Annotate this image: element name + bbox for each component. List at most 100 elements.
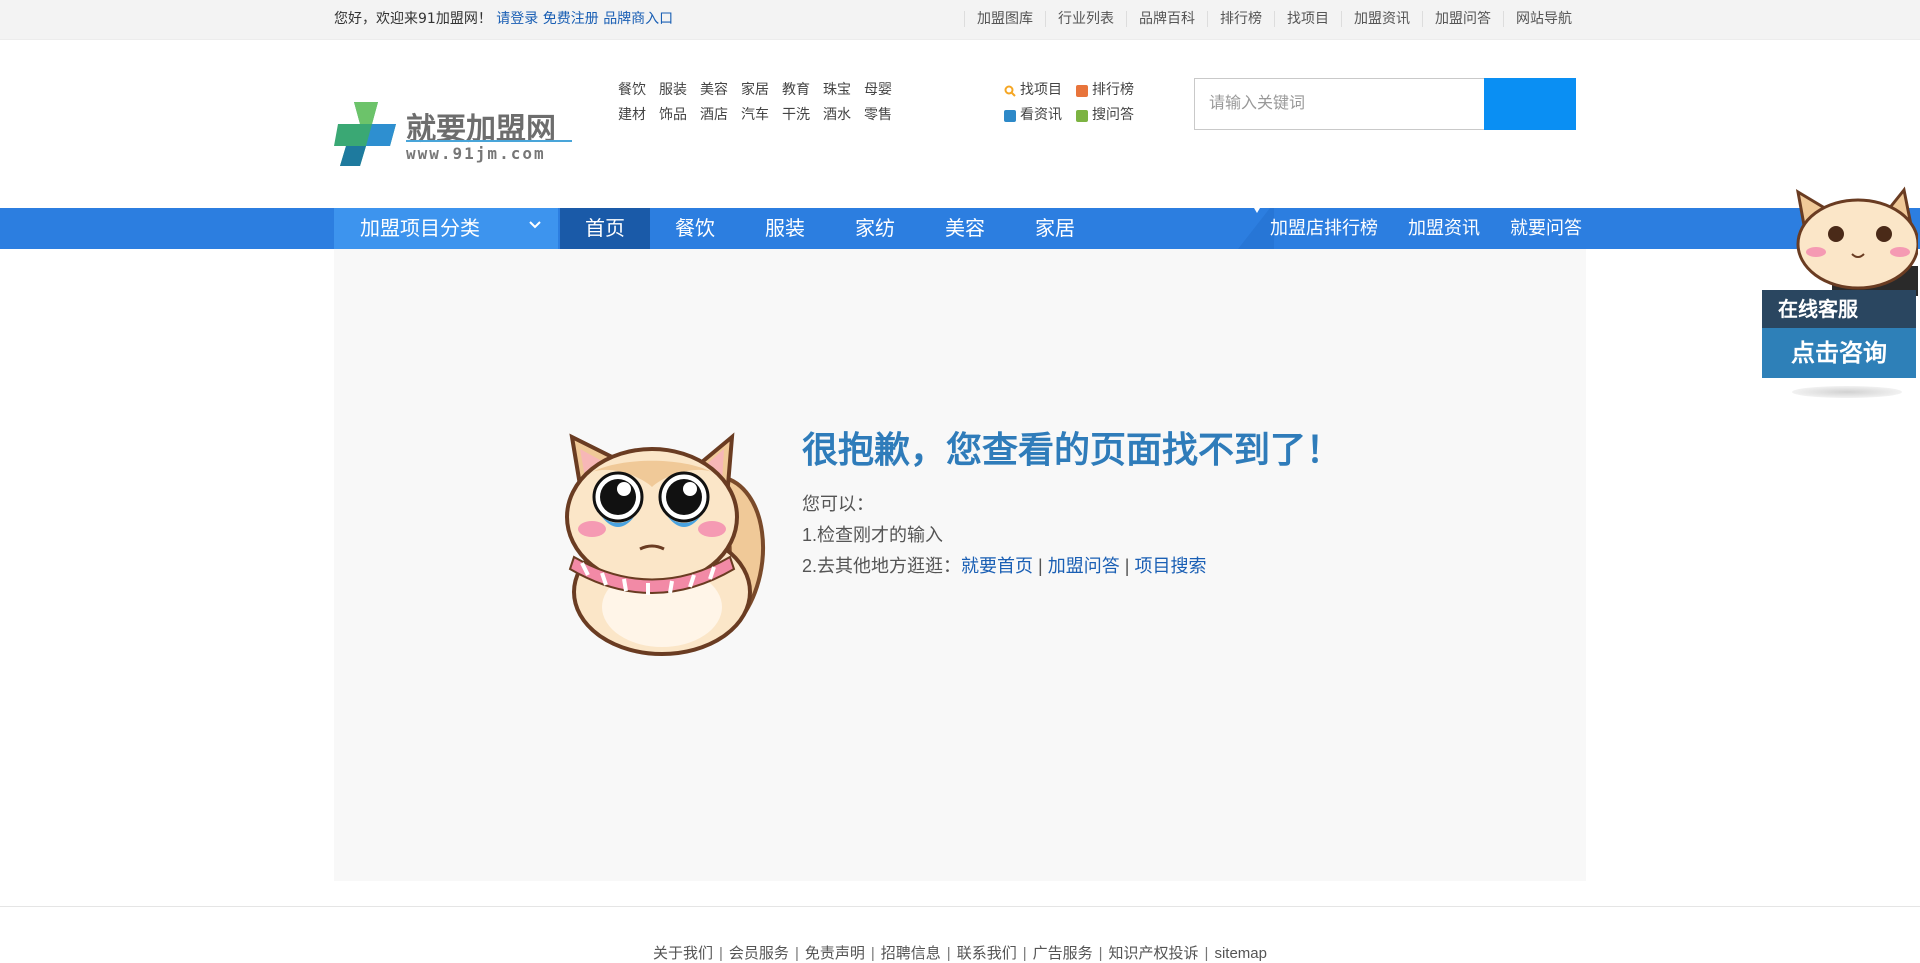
nav-right: 加盟店排行榜 加盟资讯 就要问答 xyxy=(1270,208,1582,249)
nav-item-beauty[interactable]: 美容 xyxy=(920,208,1010,249)
consult-button[interactable]: 点击咨询 xyxy=(1762,328,1916,378)
category-row: 餐饮 服装 美容 家居 教育 珠宝 母婴 xyxy=(618,78,938,103)
category-row: 建材 饰品 酒店 汽车 干洗 酒水 零售 xyxy=(618,103,938,128)
search-input[interactable] xyxy=(1195,79,1485,129)
project-search-link[interactable]: 项目搜索 xyxy=(1134,556,1206,576)
category-link[interactable]: 美容 xyxy=(700,78,728,103)
crying-cat-icon xyxy=(565,432,765,656)
quick-ranking-label: 排行榜 xyxy=(1092,82,1134,98)
top-link-industry[interactable]: 行业列表 xyxy=(1045,11,1126,27)
error-suggestions: 您可以： 1.检查刚才的输入 2.去其他地方逛逛：就要首页 | 加盟问答 | 项… xyxy=(802,489,1206,582)
footer-link-sitemap[interactable]: sitemap xyxy=(1214,945,1267,962)
search-button[interactable] xyxy=(1484,78,1576,130)
category-link[interactable]: 餐饮 xyxy=(618,78,646,103)
error-title: 很抱歉，您查看的页面找不到了！ xyxy=(802,429,1343,470)
top-link-find-project[interactable]: 找项目 xyxy=(1274,11,1341,27)
footer-separator: | xyxy=(1022,945,1027,962)
qa-link[interactable]: 加盟问答 xyxy=(1048,556,1120,576)
category-link[interactable]: 家居 xyxy=(741,78,769,103)
footer-link-ads[interactable]: 广告服务 xyxy=(1033,945,1093,962)
online-service-widget[interactable]: 在线客服 点击咨询 xyxy=(1762,186,1920,406)
category-link[interactable]: 零售 xyxy=(864,103,892,128)
footer-link-disclaimer[interactable]: 免责声明 xyxy=(805,945,865,962)
top-links: 加盟图库 行业列表 品牌百科 排行榜 找项目 加盟资讯 加盟问答 网站导航 xyxy=(964,0,1584,38)
link-separator: | xyxy=(1038,556,1043,576)
nav-item-home[interactable]: 首页 xyxy=(560,208,650,249)
nav-item-textiles[interactable]: 家纺 xyxy=(830,208,920,249)
category-menu-button[interactable]: 加盟项目分类 xyxy=(334,208,558,249)
nav-news[interactable]: 加盟资讯 xyxy=(1408,208,1480,249)
qa-icon xyxy=(1076,109,1088,122)
nav-qa[interactable]: 就要问答 xyxy=(1510,208,1582,249)
quick-qa-label: 搜问答 xyxy=(1092,107,1134,123)
top-link-news[interactable]: 加盟资讯 xyxy=(1341,11,1422,27)
chevron-down-icon xyxy=(529,221,541,229)
footer-divider xyxy=(0,906,1920,907)
quick-row: 看资讯 搜问答 xyxy=(1004,103,1154,128)
top-link-gallery[interactable]: 加盟图库 xyxy=(964,11,1045,27)
category-link[interactable]: 干洗 xyxy=(782,103,810,128)
error-step-1: 1.检查刚才的输入 xyxy=(802,525,944,545)
category-menu-label: 加盟项目分类 xyxy=(360,216,480,240)
logo-cross-icon xyxy=(334,102,396,166)
nav-item-food[interactable]: 餐饮 xyxy=(650,208,740,249)
nav-item-clothing[interactable]: 服装 xyxy=(740,208,830,249)
category-link[interactable]: 建材 xyxy=(618,103,646,128)
footer-separator: | xyxy=(870,945,875,962)
quick-find-project-label: 找项目 xyxy=(1020,82,1062,98)
search-icon xyxy=(1004,85,1016,97)
nav-items: 首页 餐饮 服装 家纺 美容 家居 xyxy=(560,208,1100,249)
service-label: 在线客服 xyxy=(1762,290,1916,328)
top-link-ranking[interactable]: 排行榜 xyxy=(1207,11,1274,27)
footer-separator: | xyxy=(1204,945,1209,962)
widget-shadow xyxy=(1792,386,1902,398)
quick-news[interactable]: 看资讯 xyxy=(1004,103,1062,128)
footer-link-membership[interactable]: 会员服务 xyxy=(729,945,789,962)
greeting: 您好，欢迎来91加盟网！ xyxy=(334,11,492,27)
login-link[interactable]: 请登录 xyxy=(496,11,538,27)
quick-find-project[interactable]: 找项目 xyxy=(1004,78,1062,103)
quick-news-label: 看资讯 xyxy=(1020,107,1062,123)
ranking-icon xyxy=(1076,84,1088,97)
site-logo[interactable]: 就要加盟网 www.91jm.com xyxy=(334,60,574,166)
footer-link-jobs[interactable]: 招聘信息 xyxy=(881,945,941,962)
quick-row: 找项目 排行榜 xyxy=(1004,78,1154,103)
footer-link-ip-complaint[interactable]: 知识产权投诉 xyxy=(1109,945,1199,962)
category-link[interactable]: 教育 xyxy=(782,78,810,103)
footer-link-about[interactable]: 关于我们 xyxy=(653,945,713,962)
category-link[interactable]: 饰品 xyxy=(659,103,687,128)
nav-item-home-furnishing[interactable]: 家居 xyxy=(1010,208,1100,249)
category-link[interactable]: 母婴 xyxy=(864,78,892,103)
category-link[interactable]: 珠宝 xyxy=(823,78,851,103)
home-link[interactable]: 就要首页 xyxy=(961,556,1033,576)
quick-ranking[interactable]: 排行榜 xyxy=(1076,78,1134,103)
error-intro: 您可以： xyxy=(802,494,874,514)
footer-separator: | xyxy=(1098,945,1103,962)
footer-separator: | xyxy=(719,945,723,962)
top-link-sitemap[interactable]: 网站导航 xyxy=(1503,11,1584,27)
error-panel: 很抱歉，您查看的页面找不到了！ 您可以： 1.检查刚才的输入 2.去其他地方逛逛… xyxy=(334,249,1586,881)
quick-links: 找项目 排行榜 看资讯 搜问答 xyxy=(1004,78,1154,128)
brand-entry-link[interactable]: 品牌商入口 xyxy=(603,11,673,27)
category-link[interactable]: 汽车 xyxy=(741,103,769,128)
nav-divider-decoration xyxy=(1238,208,1274,249)
welcome-text: 您好，欢迎来91加盟网！ 请登录 免费注册 品牌商入口 xyxy=(334,0,673,38)
error-step-2: 2.去其他地方逛逛：就要首页 | 加盟问答 | 项目搜索 xyxy=(802,551,1206,582)
quick-qa[interactable]: 搜问答 xyxy=(1076,103,1134,128)
search-box xyxy=(1194,78,1576,130)
top-bar: 您好，欢迎来91加盟网！ 请登录 免费注册 品牌商入口 加盟图库 行业列表 品牌… xyxy=(0,0,1920,40)
top-link-qa[interactable]: 加盟问答 xyxy=(1422,11,1503,27)
link-separator: | xyxy=(1124,556,1130,576)
top-link-wiki[interactable]: 品牌百科 xyxy=(1126,11,1207,27)
footer-separator: | xyxy=(946,945,951,962)
category-links: 餐饮 服装 美容 家居 教育 珠宝 母婴 建材 饰品 酒店 汽车 干洗 酒水 零… xyxy=(618,78,938,128)
logo-url: www.91jm.com xyxy=(406,144,546,163)
footer-link-contact[interactable]: 联系我们 xyxy=(957,945,1017,962)
nav-ranking[interactable]: 加盟店排行榜 xyxy=(1270,208,1378,249)
category-link[interactable]: 服装 xyxy=(659,78,687,103)
header xyxy=(0,40,1920,208)
category-link[interactable]: 酒店 xyxy=(700,103,728,128)
register-link[interactable]: 免费注册 xyxy=(543,11,599,27)
footer-separator: | xyxy=(794,945,799,962)
category-link[interactable]: 酒水 xyxy=(823,103,851,128)
